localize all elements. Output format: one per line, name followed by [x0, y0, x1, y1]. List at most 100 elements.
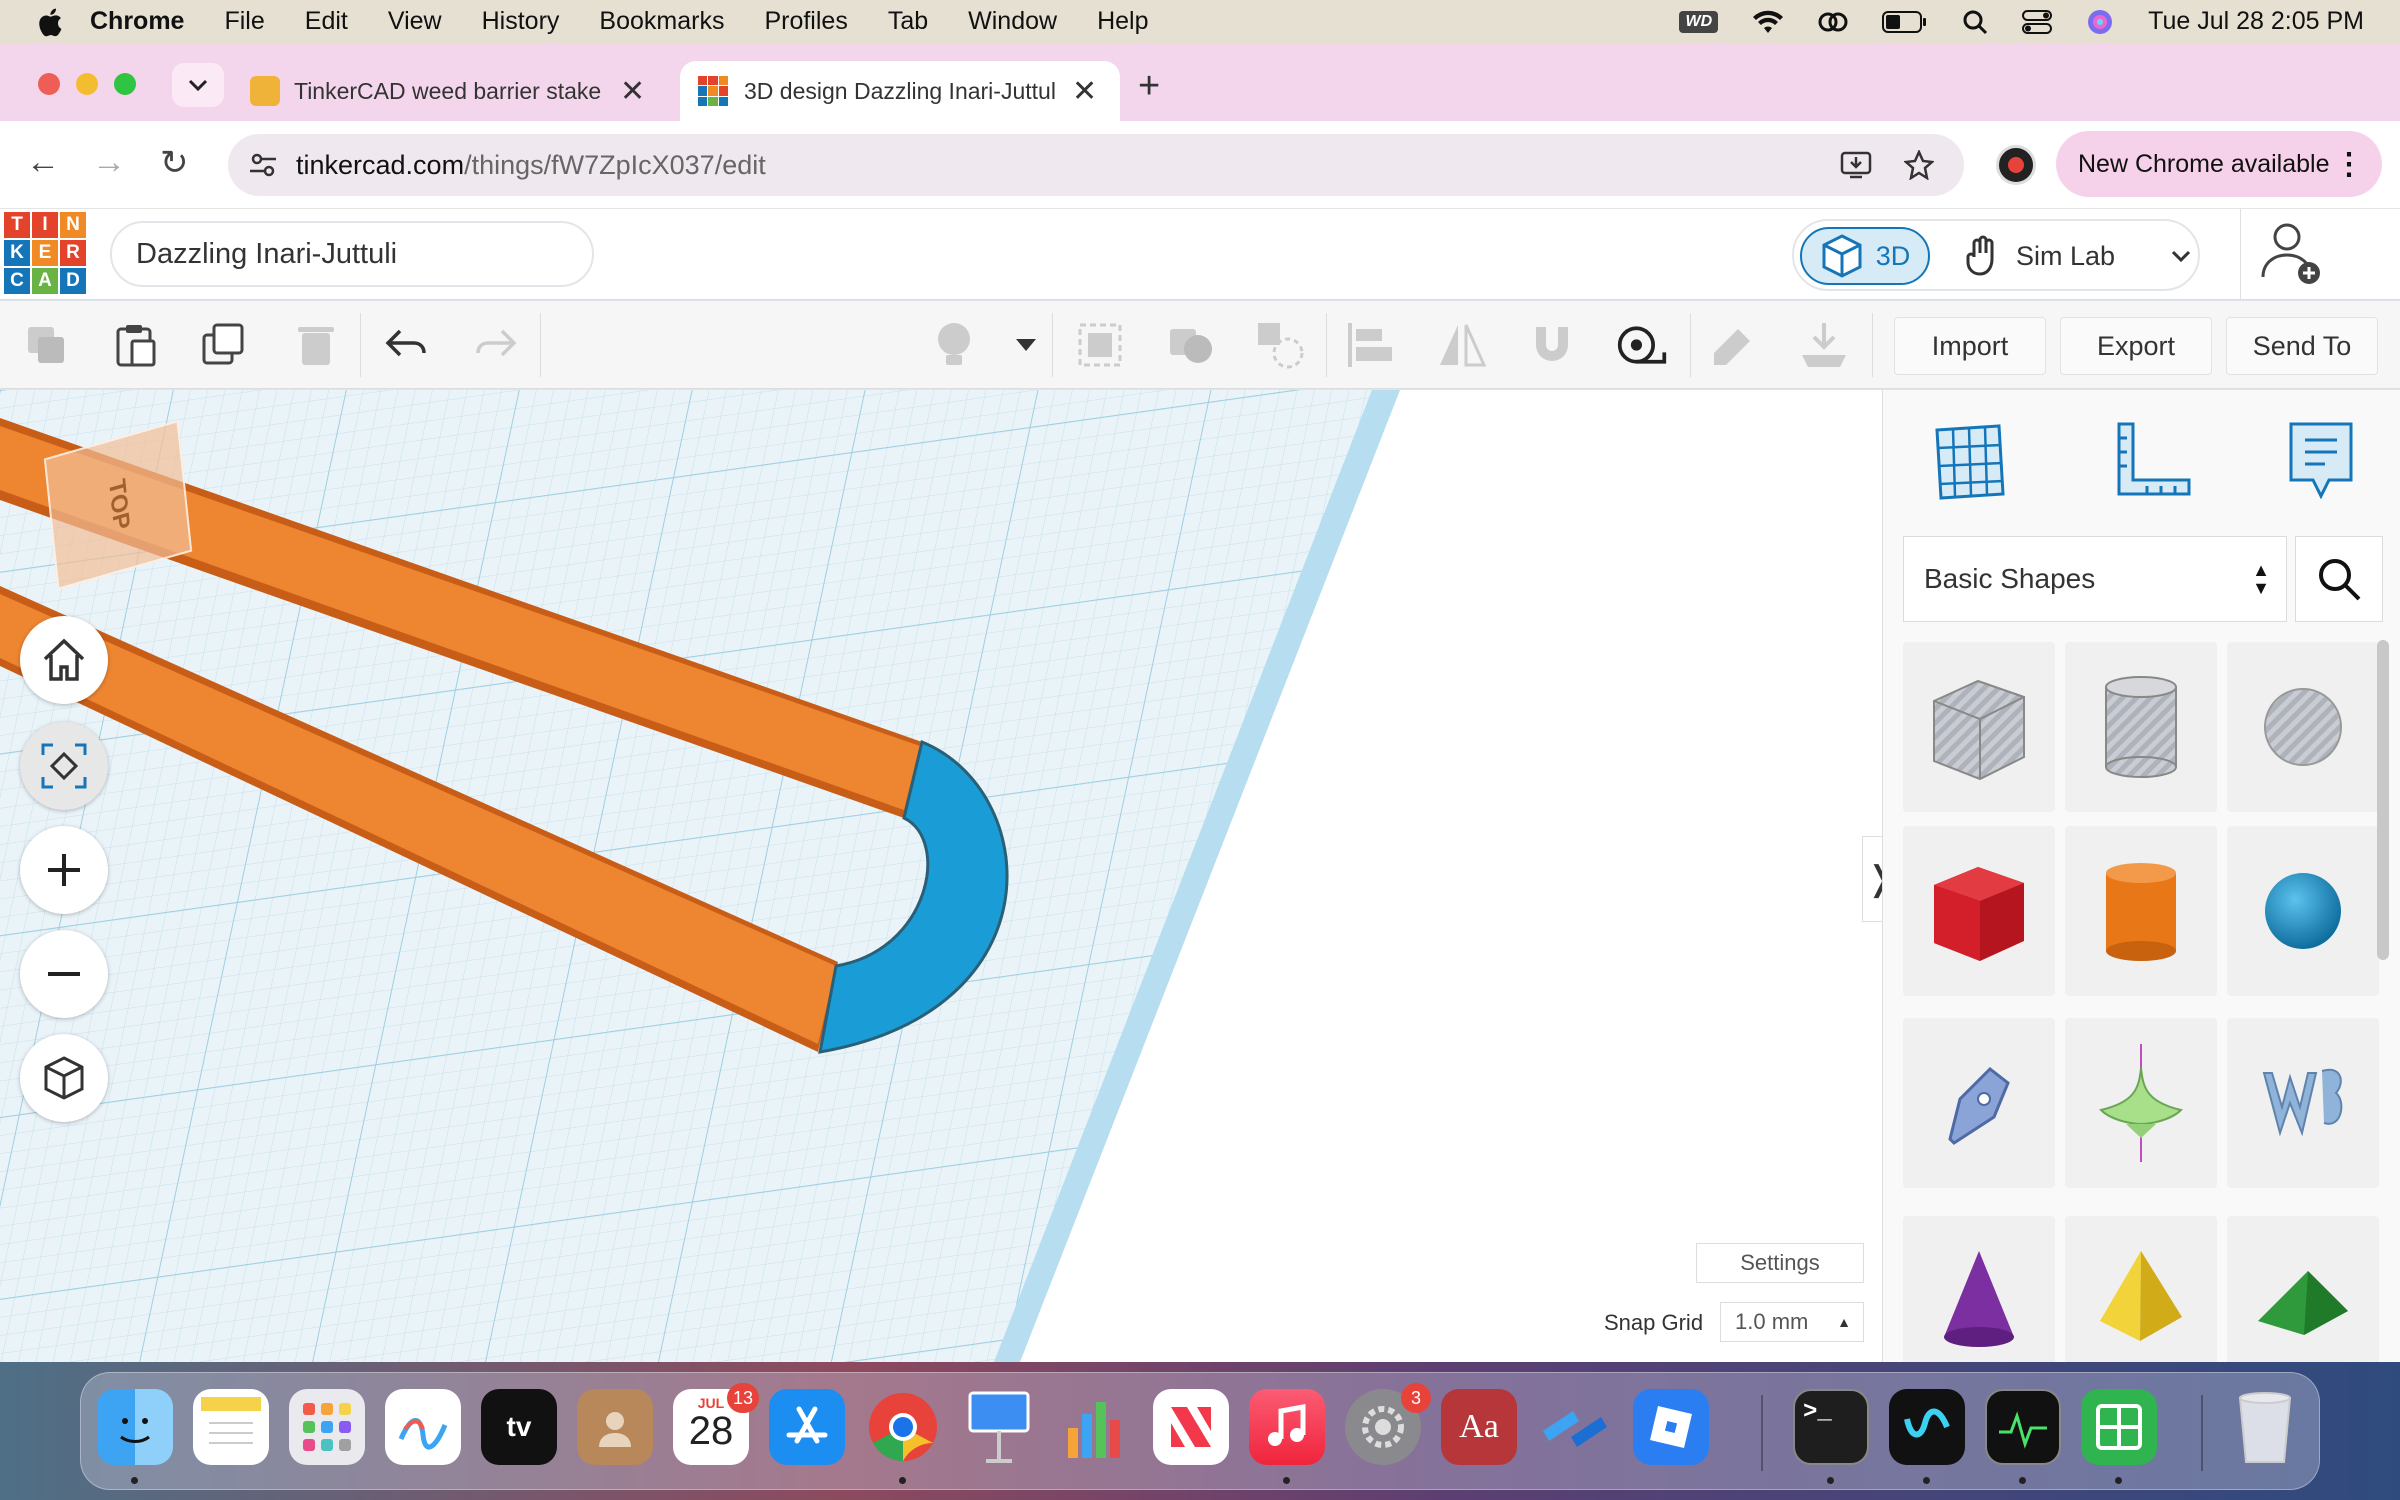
launchpad-icon[interactable]	[289, 1389, 365, 1465]
tinkercad-logo[interactable]: T I N K E R C A D	[4, 212, 86, 294]
menubar-clock[interactable]: Tue Jul 28 2:05 PM	[2148, 7, 2364, 36]
control-center-icon[interactable]	[2022, 9, 2053, 35]
ruler-icon[interactable]	[2105, 416, 2191, 506]
finder-icon[interactable]	[97, 1389, 173, 1465]
keynote-icon[interactable]	[961, 1389, 1037, 1465]
fusion-icon[interactable]	[1537, 1389, 1613, 1465]
menu-app-name[interactable]: Chrome	[90, 7, 184, 36]
ruler-tape-icon[interactable]	[1616, 319, 1668, 371]
install-app-icon[interactable]	[1840, 150, 1872, 180]
address-bar[interactable]: tinkercad.com/things/fW7ZpIcX037/edit	[228, 134, 1964, 196]
notes-comment-icon[interactable]	[2281, 416, 2361, 506]
numbers-icon[interactable]	[1057, 1389, 1133, 1465]
menu-file[interactable]: File	[224, 7, 264, 36]
chrome-icon[interactable]	[865, 1389, 941, 1465]
shape-box[interactable]	[1903, 826, 2055, 996]
site-settings-icon[interactable]	[248, 150, 278, 180]
menu-history[interactable]: History	[482, 7, 560, 36]
siri-icon[interactable]	[2086, 8, 2114, 36]
menu-help[interactable]: Help	[1097, 7, 1148, 36]
window-zoom-button[interactable]	[114, 73, 136, 95]
mode-3d-button[interactable]: 3D	[1800, 227, 1930, 285]
profile-avatar[interactable]	[1996, 145, 2036, 185]
duplicate-icon[interactable]	[198, 319, 250, 371]
workplane-drop-icon[interactable]	[1798, 319, 1850, 371]
send-to-button[interactable]: Send To	[2226, 317, 2378, 375]
wifi-icon[interactable]	[1752, 9, 1784, 35]
shape-cone[interactable]	[1903, 1216, 2055, 1362]
menu-window[interactable]: Window	[968, 7, 1057, 36]
new-tab-button[interactable]: +	[1138, 65, 1160, 108]
dictionary-icon[interactable]: Aa	[1441, 1389, 1517, 1465]
delete-icon[interactable]	[290, 319, 342, 371]
notes-app-icon[interactable]	[193, 1389, 269, 1465]
undo-icon[interactable]	[380, 319, 432, 371]
menu-tab[interactable]: Tab	[888, 7, 928, 36]
shape-cylinder-hole[interactable]	[2065, 642, 2217, 812]
shape-sphere[interactable]	[2227, 826, 2379, 996]
tab-close-icon[interactable]: ✕	[620, 74, 645, 109]
chevron-down-icon[interactable]	[2171, 249, 2191, 263]
reload-button[interactable]: ↻	[160, 143, 189, 183]
tab-search-button[interactable]	[172, 63, 224, 107]
shape-cylinder[interactable]	[2065, 826, 2217, 996]
design-title-input[interactable]: Dazzling Inari-Juttuli	[110, 221, 594, 287]
trash-icon[interactable]	[2227, 1389, 2303, 1465]
tab-tinkercad-weed-barrier[interactable]: TinkerCAD weed barrier stake ✕	[236, 61, 666, 121]
system-settings-icon[interactable]: 3	[1345, 1383, 1431, 1465]
menu-view[interactable]: View	[388, 7, 442, 36]
new-chrome-available-button[interactable]: New Chrome available ⋮	[2056, 131, 2382, 197]
news-icon[interactable]	[1153, 1389, 1229, 1465]
calendar-icon[interactable]: JUL 28 13	[673, 1383, 759, 1465]
contacts-icon[interactable]	[577, 1389, 653, 1465]
snap-grid-select[interactable]: 1.0 mm ▲	[1720, 1302, 1864, 1342]
3d-viewport[interactable]: TOP Settings Snap Grid 1.0 mm ▲	[0, 390, 1882, 1362]
align-icon[interactable]	[1344, 319, 1396, 371]
window-minimize-button[interactable]	[76, 73, 98, 95]
app-store-icon[interactable]	[769, 1389, 845, 1465]
shape-text[interactable]	[2227, 1018, 2379, 1188]
shape-search-button[interactable]	[2295, 536, 2383, 622]
menu-edit[interactable]: Edit	[305, 7, 348, 36]
more-vert-icon[interactable]: ⋮	[2334, 147, 2364, 182]
battery-icon[interactable]	[1882, 10, 1928, 34]
shape-sphere-hole[interactable]	[2227, 642, 2379, 812]
mirror-icon[interactable]	[1436, 319, 1488, 371]
shape-box-hole[interactable]	[1903, 642, 2055, 812]
activity-monitor-icon[interactable]	[1985, 1389, 2061, 1465]
shape-roof[interactable]	[2227, 1216, 2379, 1362]
import-button[interactable]: Import	[1894, 317, 2046, 375]
menu-profiles[interactable]: Profiles	[764, 7, 847, 36]
shape-graphic[interactable]	[2065, 1018, 2217, 1188]
webex-icon[interactable]	[1889, 1389, 1965, 1465]
shape-pyramid[interactable]	[2065, 1216, 2217, 1362]
menu-bookmarks[interactable]: Bookmarks	[599, 7, 724, 36]
ungroup-icon[interactable]	[1164, 319, 1216, 371]
fit-view-button[interactable]	[20, 722, 108, 810]
home-view-button[interactable]	[20, 616, 108, 704]
forward-button[interactable]: →	[92, 143, 126, 182]
paste-icon[interactable]	[110, 319, 162, 371]
shapes-scrollbar[interactable]	[2377, 640, 2389, 960]
apple-tv-icon[interactable]: tv	[481, 1389, 557, 1465]
music-icon[interactable]	[1249, 1389, 1325, 1465]
add-user-button[interactable]	[2240, 209, 2340, 299]
spotlight-icon[interactable]	[1962, 9, 1988, 35]
caret-down-icon[interactable]	[1000, 319, 1052, 371]
settings-button[interactable]: Settings	[1696, 1243, 1864, 1283]
terminal-icon[interactable]: >_	[1793, 1389, 1869, 1465]
magnet-icon[interactable]	[1526, 319, 1578, 371]
export-button[interactable]: Export	[2060, 317, 2212, 375]
bookmark-star-icon[interactable]	[1904, 150, 1934, 180]
apple-icon[interactable]	[36, 6, 64, 38]
wd-drive-icon[interactable]: WD	[1679, 10, 1719, 33]
zoom-out-button[interactable]	[20, 930, 108, 1018]
notes-icon[interactable]	[1708, 319, 1760, 371]
back-button[interactable]: ←	[26, 143, 60, 182]
tab-3d-design[interactable]: 3D design Dazzling Inari-Juttuli ✕	[680, 61, 1120, 121]
workplane-grid-icon[interactable]	[1929, 416, 2009, 506]
tab-close-icon[interactable]: ✕	[1072, 74, 1097, 109]
sim-lab-button[interactable]: Sim Lab	[1964, 235, 2191, 277]
spreadsheet-app-icon[interactable]	[2081, 1389, 2157, 1465]
weather-icon[interactable]	[1818, 9, 1848, 35]
